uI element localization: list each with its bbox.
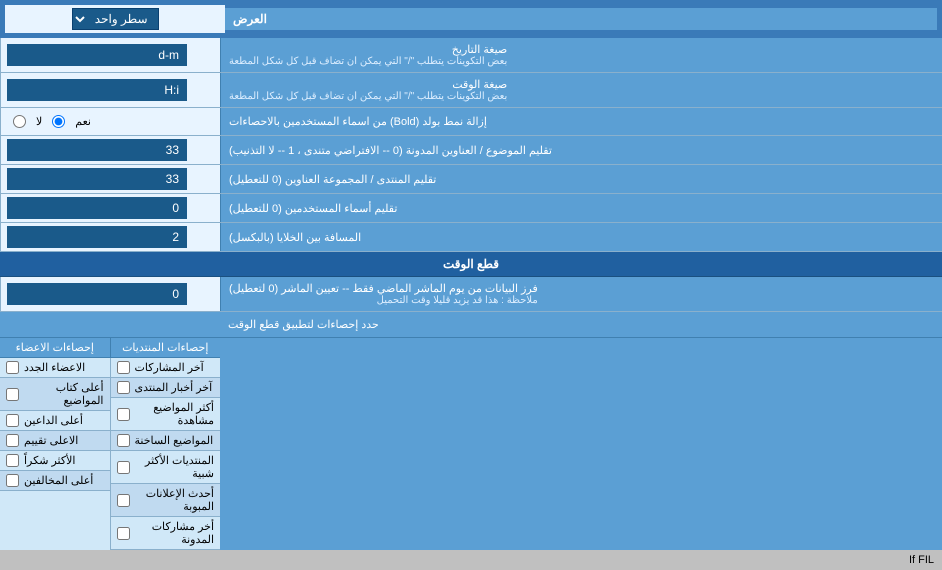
stats-cols-area: إحصاءات المنتديات إحصاءات الاعضاء آخر ال… [0,338,220,550]
stats-item-label: الاعلى تقييم [24,434,78,447]
usernames-input[interactable] [7,197,187,219]
list-item: الاعضاء الجدد [0,358,110,378]
stats-checkbox-4[interactable] [117,434,130,447]
stats-body: آخر المشاركات آخر أخبار المنتدى أكثر الم… [0,358,220,550]
stats-checkbox-11[interactable] [6,434,19,447]
list-item: أخر مشاركات المدونة [111,517,221,550]
time-format-input-cell [0,73,220,107]
stats-item-label: أكثر المواضيع مشاهدة [135,401,215,427]
stats-checkbox-13[interactable] [6,474,19,487]
cell-spacing-label: المسافة بين الخلايا (بالبكسل) [220,223,942,251]
bold-remove-label: إزالة نمط بولد (Bold) من اسماء المستخدمي… [220,108,942,135]
list-item: أحدث الإعلانات المبوبة [111,484,221,517]
stats-checkbox-2[interactable] [117,381,130,394]
stats-item-label: أعلى المخالفين [24,474,93,487]
stats-item-label: أعلى الداعين [24,414,83,427]
header-label: العرض [233,12,267,26]
list-item: أعلى كتاب المواضيع [0,378,110,411]
cutoff-data-row: فرز البيانات من يوم الماشر الماضي فقط --… [0,277,942,312]
bold-radio-no[interactable] [13,115,26,128]
list-item: المواضيع الساخنة [111,431,221,451]
stats-apply-label: حدد إحصاءات لتطبيق قطع الوقت [220,312,942,337]
col2-header: إحصاءات الاعضاء [0,338,110,357]
main-container: العرض سطر واحد صيغة التاريخ بعض التكوينا… [0,0,942,570]
stats-apply-spacer [0,312,220,337]
list-item: المنتديات الأكثر شبية [111,451,221,484]
list-item: أعلى المخالفين [0,471,110,491]
stats-item-label: الاعضاء الجدد [24,361,85,374]
stats-item-label: أعلى كتاب المواضيع [24,381,104,407]
cutoff-section-header: قطع الوقت [0,252,942,277]
stats-checkbox-3[interactable] [117,408,130,421]
stats-col1: آخر المشاركات آخر أخبار المنتدى أكثر الم… [110,358,221,550]
stats-item-label: الأكثر شكراً [24,454,75,467]
list-item: الأكثر شكراً [0,451,110,471]
topic-trim-input-cell [0,136,220,164]
forum-group-label: تقليم المنتدى / المجموعة العناوين (0 للت… [220,165,942,193]
list-item: أعلى الداعين [0,411,110,431]
list-item: أكثر المواضيع مشاهدة [111,398,221,431]
cell-spacing-row: المسافة بين الخلايا (بالبكسل) [0,223,942,252]
stats-checkbox-1[interactable] [117,361,130,374]
bottom-text: If FIL [909,554,934,566]
bold-radio-yes[interactable] [52,115,65,128]
stats-empty-col [220,338,942,550]
cell-spacing-input[interactable] [7,226,187,248]
list-item: آخر المشاركات [111,358,221,378]
stats-checkbox-7[interactable] [117,527,130,540]
stats-headers: إحصاءات المنتديات إحصاءات الاعضاء [0,338,220,358]
stats-item-label: آخر أخبار المنتدى [135,381,213,394]
stats-checkbox-9[interactable] [6,388,19,401]
stats-checkbox-8[interactable] [6,361,19,374]
usernames-label: تقليم أسماء المستخدمين (0 للتعطيل) [220,194,942,222]
usernames-input-cell [0,194,220,222]
stats-item-label: أحدث الإعلانات المبوبة [135,487,215,513]
forum-group-input-cell [0,165,220,193]
bottom-bar: If FIL [0,550,942,570]
date-format-row: صيغة التاريخ بعض التكوينات يتطلب "/" الت… [0,38,942,73]
header-dropdown-cell: سطر واحد [5,5,225,33]
bold-radio-group: نعم لا [7,112,97,131]
stats-container: إحصاءات المنتديات إحصاءات الاعضاء آخر ال… [0,338,942,550]
usernames-row: تقليم أسماء المستخدمين (0 للتعطيل) [0,194,942,223]
bold-radio-no-label: لا [36,115,42,128]
time-format-label: صيغة الوقت بعض التكوينات يتطلب "/" التي … [220,73,942,107]
list-item: آخر أخبار المنتدى [111,378,221,398]
stats-col2: الاعضاء الجدد أعلى كتاب المواضيع أعلى ال… [0,358,110,550]
header-row: العرض سطر واحد [0,0,942,38]
forum-group-row: تقليم المنتدى / المجموعة العناوين (0 للت… [0,165,942,194]
header-label-cell: العرض [225,8,937,30]
topic-trim-row: تقليم الموضوع / العناوين المدونة (0 -- ا… [0,136,942,165]
stats-apply-row: حدد إحصاءات لتطبيق قطع الوقت [0,312,942,338]
cutoff-data-label: فرز البيانات من يوم الماشر الماضي فقط --… [220,277,942,311]
date-format-label: صيغة التاريخ بعض التكوينات يتطلب "/" الت… [220,38,942,72]
date-format-input[interactable] [7,44,187,66]
bold-remove-input-cell: نعم لا [0,108,220,135]
display-dropdown[interactable]: سطر واحد [72,8,159,30]
stats-item-label: أخر مشاركات المدونة [135,520,215,546]
cutoff-data-input-cell [0,277,220,311]
bold-radio-yes-label: نعم [75,115,91,128]
forum-group-input[interactable] [7,168,187,190]
col1-header: إحصاءات المنتديات [110,338,221,357]
time-format-input[interactable] [7,79,187,101]
date-format-input-cell [0,38,220,72]
topic-trim-label: تقليم الموضوع / العناوين المدونة (0 -- ا… [220,136,942,164]
stats-checkbox-6[interactable] [117,494,130,507]
cell-spacing-input-cell [0,223,220,251]
time-format-row: صيغة الوقت بعض التكوينات يتطلب "/" التي … [0,73,942,108]
stats-item-label: المنتديات الأكثر شبية [135,454,215,480]
stats-checkbox-10[interactable] [6,414,19,427]
stats-checkbox-5[interactable] [117,461,130,474]
bold-remove-row: إزالة نمط بولد (Bold) من اسماء المستخدمي… [0,108,942,136]
stats-item-label: المواضيع الساخنة [135,434,214,447]
topic-trim-input[interactable] [7,139,187,161]
cutoff-data-input[interactable] [7,283,187,305]
stats-item-label: آخر المشاركات [135,361,204,374]
list-item: الاعلى تقييم [0,431,110,451]
stats-checkbox-12[interactable] [6,454,19,467]
